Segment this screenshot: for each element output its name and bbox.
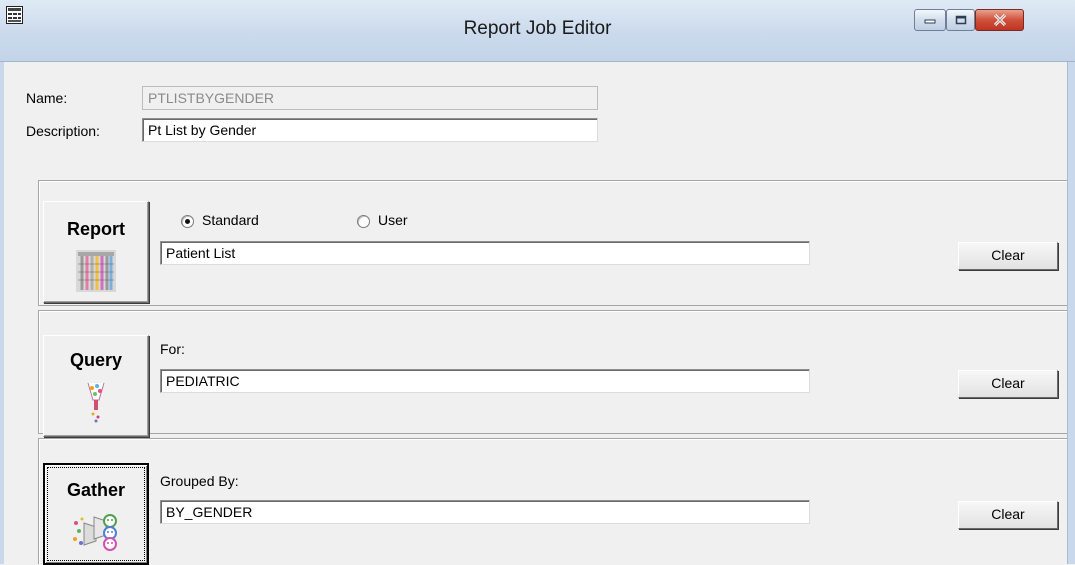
query-panel: Query For: PEDIATRIC Clear bbox=[38, 310, 1067, 437]
minimize-button[interactable] bbox=[914, 9, 946, 31]
gather-clear-button[interactable]: Clear bbox=[958, 501, 1058, 529]
name-field: PTLISTBYGENDER bbox=[142, 86, 598, 110]
query-clear-button[interactable]: Clear bbox=[958, 370, 1058, 398]
gather-panel: Gather Grouped By: BY_GENDER Clear bbox=[38, 438, 1067, 565]
close-icon bbox=[993, 14, 1006, 26]
query-button-label: Query bbox=[69, 350, 123, 370]
standard-radio-label[interactable]: Standard bbox=[202, 212, 259, 228]
report-button[interactable]: Report bbox=[43, 201, 149, 303]
report-clear-button[interactable]: Clear bbox=[958, 242, 1058, 270]
user-radio-label[interactable]: User bbox=[378, 212, 408, 228]
window-frame-left bbox=[0, 62, 4, 564]
report-grid-icon bbox=[76, 250, 116, 292]
query-funnel-icon bbox=[87, 382, 105, 423]
window-frame-right bbox=[1067, 62, 1075, 564]
description-label: Description: bbox=[26, 123, 100, 139]
query-field[interactable]: PEDIATRIC bbox=[160, 369, 810, 393]
standard-radio[interactable] bbox=[181, 215, 194, 228]
description-field[interactable]: Pt List by Gender bbox=[142, 118, 598, 142]
close-button[interactable] bbox=[975, 9, 1024, 31]
gather-button[interactable]: Gather bbox=[43, 463, 149, 565]
report-panel: Report Standard User Patient List Clear bbox=[38, 180, 1067, 306]
title-bar[interactable]: Report Job Editor bbox=[0, 0, 1075, 62]
maximize-icon bbox=[955, 15, 966, 25]
report-field[interactable]: Patient List bbox=[160, 241, 810, 265]
report-job-editor-window: Report Job Editor Name: PTLISTBYGENDER D… bbox=[0, 0, 1075, 565]
name-label: Name: bbox=[26, 90, 68, 106]
maximize-button[interactable] bbox=[946, 9, 975, 31]
query-for-label: For: bbox=[160, 341, 185, 357]
gather-people-icon bbox=[73, 514, 117, 551]
gather-button-label: Gather bbox=[66, 480, 126, 500]
user-radio[interactable] bbox=[357, 215, 370, 228]
report-button-label: Report bbox=[67, 219, 125, 239]
minimize-icon bbox=[924, 19, 936, 24]
gather-field[interactable]: BY_GENDER bbox=[160, 500, 810, 524]
gather-grouped-label: Grouped By: bbox=[160, 473, 239, 489]
query-button[interactable]: Query bbox=[43, 335, 149, 437]
